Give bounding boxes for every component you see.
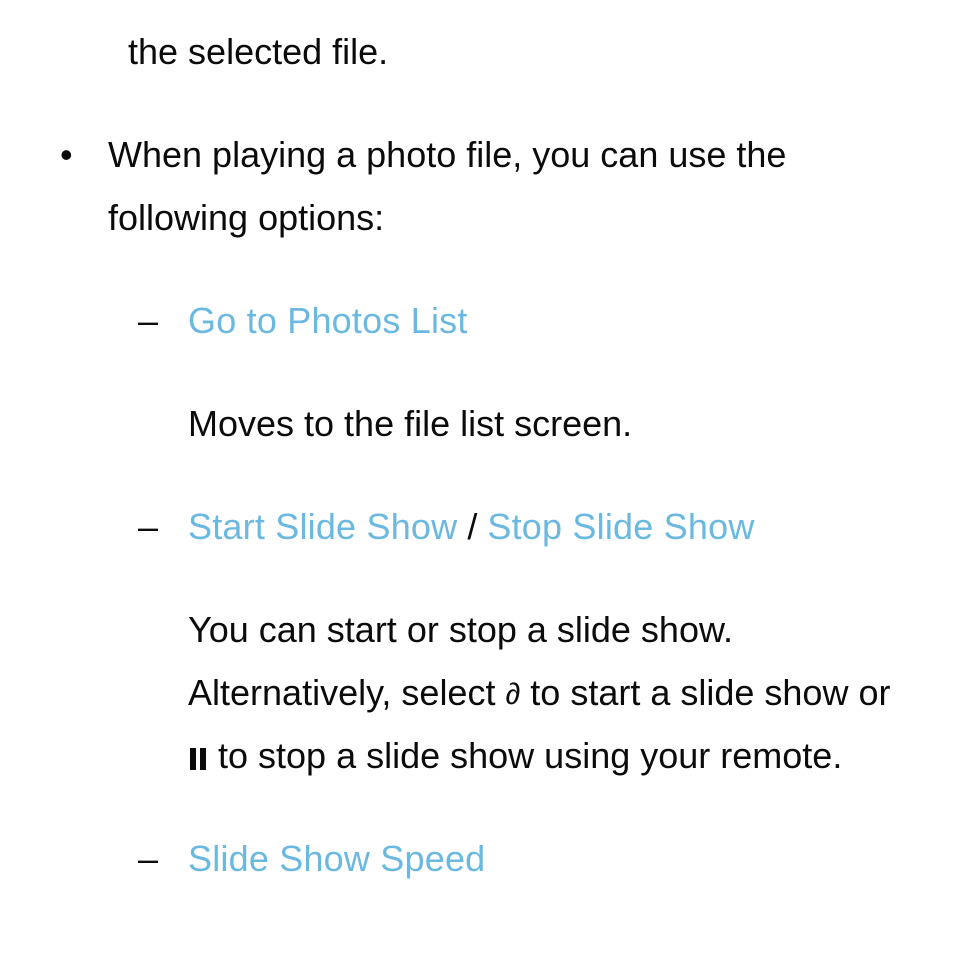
desc-text: to start a slide show or (520, 672, 890, 713)
option-title: Slide Show Speed (188, 838, 485, 879)
option-item-go-to-photos-list: Go to Photos List Moves to the file list… (138, 289, 906, 455)
option-item-slide-show-toggle: Start Slide Show / Stop Slide Show You c… (138, 495, 906, 787)
pause-icon (188, 748, 208, 770)
carryover-text: the selected file. (128, 20, 906, 83)
bullet-item: When playing a photo file, you can use t… (48, 123, 906, 890)
bulleted-list: When playing a photo file, you can use t… (48, 123, 906, 890)
options-list: Go to Photos List Moves to the file list… (138, 289, 906, 890)
option-title-start: Start Slide Show (188, 506, 457, 547)
document-page: the selected file. When playing a photo … (0, 0, 954, 890)
bullet-text: When playing a photo file, you can use t… (108, 134, 786, 238)
option-title-stop: Stop Slide Show (487, 506, 754, 547)
option-description: You can start or stop a slide show. Alte… (188, 598, 906, 787)
option-item-slide-show-speed: Slide Show Speed (138, 827, 906, 890)
title-separator: / (457, 506, 487, 547)
option-title: Go to Photos List (188, 300, 468, 341)
play-icon: ∂ (505, 678, 520, 711)
option-description: Moves to the file list screen. (188, 392, 906, 455)
desc-text: to stop a slide show using your remote. (208, 735, 842, 776)
